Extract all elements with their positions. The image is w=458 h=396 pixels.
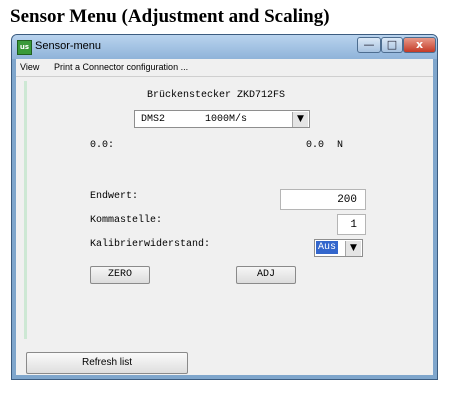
sensor-panel: Brückenstecker ZKD712FS DMS2 1000M/s ▼ 0… [22, 83, 427, 341]
sensor-type-select[interactable]: DMS2 1000M/s ▼ [134, 110, 310, 128]
title-bar[interactable]: us Sensor-menu — □ x [12, 35, 437, 59]
minimize-button[interactable]: — [357, 37, 381, 53]
sensor-type-value: DMS2 [141, 114, 166, 125]
maximize-button[interactable]: □ [381, 37, 403, 53]
endwert-field[interactable]: 200 [280, 189, 366, 210]
kalibrierwiderstand-select[interactable]: Aus ▼ [314, 239, 363, 257]
chevron-down-icon[interactable]: ▼ [345, 241, 361, 256]
reading-left: 0.0: [90, 140, 115, 151]
reading-unit: N [337, 140, 344, 151]
zero-button[interactable]: ZERO [90, 266, 150, 284]
document-title: Sensor Menu (Adjustment and Scaling) [10, 6, 330, 27]
kalibrierwiderstand-value: Aus [316, 241, 339, 254]
menu-view[interactable]: View [20, 62, 39, 72]
kalibrierwiderstand-label: Kalibrierwiderstand: [90, 239, 211, 250]
reading-value: 0.0 [306, 140, 325, 151]
adj-button[interactable]: ADJ [236, 266, 296, 284]
sensor-rate-value: 1000M/s [205, 114, 248, 125]
close-button[interactable]: x [403, 37, 436, 53]
connector-title: Brückenstecker ZKD712FS [147, 90, 286, 101]
menu-print-connector-configuration[interactable]: Print a Connector configuration ... [54, 62, 188, 72]
menu-bar: View Print a Connector configuration ... [16, 59, 433, 77]
window-title: Sensor-menu [35, 40, 102, 52]
app-icon: us [17, 40, 32, 55]
kommastelle-label: Kommastelle: [90, 215, 163, 226]
endwert-label: Endwert: [90, 191, 139, 202]
refresh-list-button[interactable]: Refresh list [26, 352, 188, 374]
chevron-down-icon[interactable]: ▼ [292, 112, 308, 127]
sensor-menu-window: us Sensor-menu — □ x View Print a Connec… [11, 34, 438, 380]
kommastelle-field[interactable]: 1 [337, 214, 366, 235]
client-area: Brückenstecker ZKD712FS DMS2 1000M/s ▼ 0… [16, 77, 433, 375]
